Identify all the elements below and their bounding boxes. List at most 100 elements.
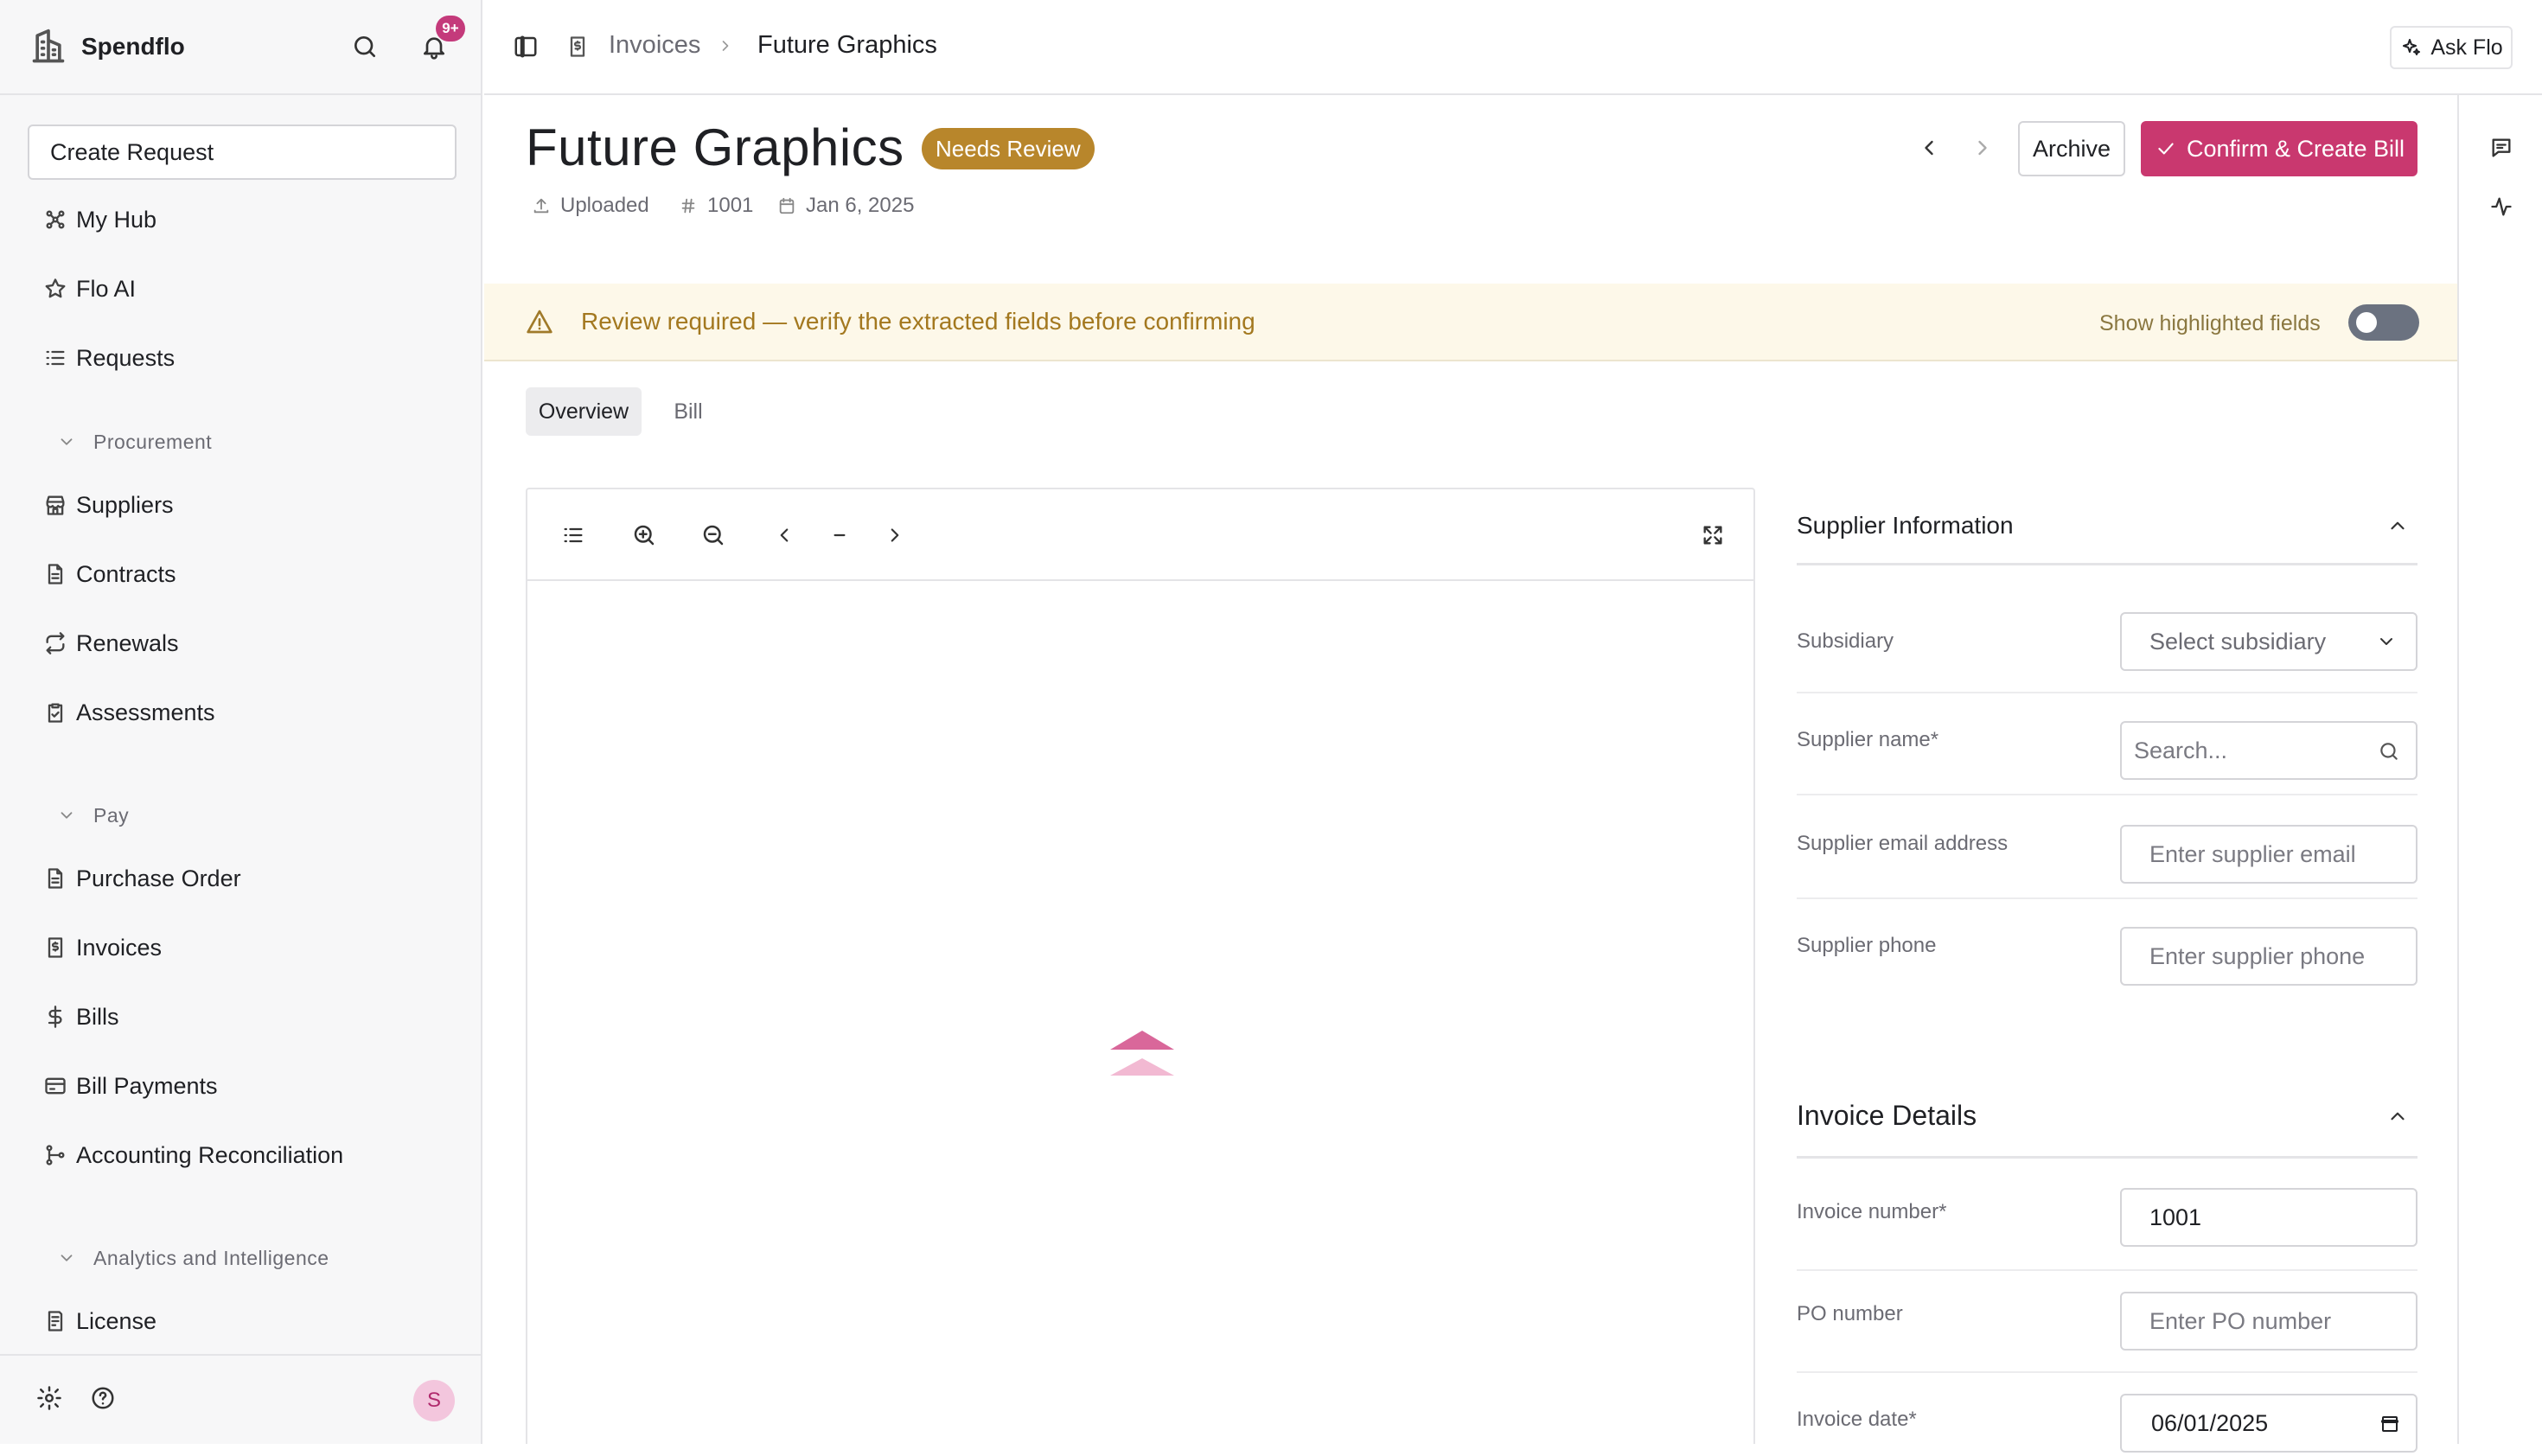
document-icon bbox=[42, 865, 69, 892]
meta-date: Jan 6, 2025 bbox=[776, 194, 914, 218]
invoice-details-section-header[interactable]: Invoice Details bbox=[1797, 1076, 2417, 1159]
nav-section-analytics[interactable]: Analytics and Intelligence bbox=[55, 1236, 329, 1280]
previous-page-icon[interactable] bbox=[770, 520, 799, 550]
subsidiary-select[interactable]: Select subsidiary bbox=[2120, 612, 2417, 671]
loading-spinner-icon bbox=[1108, 1027, 1176, 1079]
section-label: Analytics and Intelligence bbox=[93, 1246, 329, 1269]
nav-item-bill-payments[interactable]: Bill Payments bbox=[42, 1060, 218, 1112]
document-viewer bbox=[526, 488, 1755, 1444]
chevron-up-icon[interactable] bbox=[2385, 513, 2411, 539]
alert-text: Review required — verify the extracted f… bbox=[581, 308, 1255, 335]
section-label: Procurement bbox=[93, 430, 213, 453]
activity-icon[interactable] bbox=[2487, 192, 2516, 221]
zoom-in-icon[interactable] bbox=[629, 520, 659, 550]
chevron-down-icon bbox=[2374, 629, 2398, 654]
repeat-icon bbox=[42, 629, 69, 657]
nav-section-pay[interactable]: Pay bbox=[55, 794, 129, 837]
supplier-email-input[interactable] bbox=[2120, 825, 2417, 884]
field-label: PO number bbox=[1797, 1302, 1903, 1325]
top-bar: Invoices Future Graphics Ask Flo bbox=[484, 0, 2542, 95]
notification-badge: 9+ bbox=[436, 16, 465, 42]
nav-label: Requests bbox=[76, 344, 176, 371]
calendar-icon[interactable] bbox=[2378, 1411, 2402, 1435]
field-label: Supplier name* bbox=[1797, 728, 1939, 751]
page-title: Future Graphics bbox=[526, 118, 904, 176]
search-icon[interactable] bbox=[348, 29, 382, 64]
nav-item-suppliers[interactable]: Suppliers bbox=[42, 479, 174, 531]
sidebar-footer bbox=[0, 1354, 481, 1444]
breadcrumb-invoices[interactable]: Invoices bbox=[609, 31, 700, 60]
nav-label: Suppliers bbox=[76, 491, 174, 518]
field-label: Invoice date* bbox=[1797, 1408, 1917, 1431]
nav-item-bills[interactable]: Bills bbox=[42, 991, 119, 1043]
po-number-input[interactable] bbox=[2120, 1292, 2417, 1351]
next-invoice-button[interactable] bbox=[1966, 131, 1999, 164]
invoice-date-value: 06/01/2025 bbox=[2151, 1409, 2269, 1436]
nav-item-requests[interactable]: Requests bbox=[42, 332, 175, 384]
nav-item-invoices[interactable]: Invoices bbox=[42, 922, 162, 974]
ask-flo-button[interactable]: Ask Flo bbox=[2390, 26, 2513, 69]
nav-item-purchase-order[interactable]: Purchase Order bbox=[42, 853, 241, 904]
nav-section-procurement[interactable]: Procurement bbox=[55, 420, 212, 463]
invoice-date-row: Invoice date* 06/01/2025 bbox=[1797, 1387, 2417, 1456]
chevron-up-icon[interactable] bbox=[2385, 1103, 2411, 1129]
next-page-icon[interactable] bbox=[880, 520, 910, 550]
archive-button[interactable]: Archive bbox=[2018, 121, 2125, 176]
field-label: Subsidiary bbox=[1797, 629, 1894, 653]
meta-source-label: Uploaded bbox=[560, 194, 649, 217]
right-rail bbox=[2457, 95, 2542, 1444]
nav-item-contracts[interactable]: Contracts bbox=[42, 548, 176, 600]
nav-label: Renewals bbox=[76, 629, 179, 656]
nav-label: Flo AI bbox=[76, 275, 137, 302]
upload-icon bbox=[531, 195, 552, 216]
zoom-out-icon[interactable] bbox=[699, 520, 728, 550]
field-label: Invoice number* bbox=[1797, 1200, 1947, 1223]
nav-label: My Hub bbox=[76, 206, 157, 233]
hub-icon bbox=[42, 206, 69, 233]
highlight-toggle-label: Show highlighted fields bbox=[2099, 311, 2321, 335]
fullscreen-icon[interactable] bbox=[1698, 520, 1728, 550]
sparkle-icon bbox=[2399, 35, 2424, 60]
brand-name: Spendflo bbox=[81, 33, 185, 60]
help-icon[interactable] bbox=[88, 1383, 118, 1413]
outline-list-icon[interactable] bbox=[559, 520, 588, 550]
nav-item-license[interactable]: License bbox=[42, 1295, 156, 1347]
sidebar-toggle-icon[interactable] bbox=[510, 31, 541, 62]
confirm-label: Confirm & Create Bill bbox=[2186, 135, 2405, 162]
check-icon bbox=[2154, 137, 2178, 161]
nav-item-assessments[interactable]: Assessments bbox=[42, 686, 215, 738]
supplier-name-search-input[interactable] bbox=[2120, 721, 2417, 780]
nav-item-renewals[interactable]: Renewals bbox=[42, 617, 179, 669]
supplier-phone-input[interactable] bbox=[2120, 927, 2417, 986]
highlight-toggle[interactable] bbox=[2348, 304, 2419, 341]
tab-bill[interactable]: Bill bbox=[654, 387, 723, 436]
nav-label: License bbox=[76, 1307, 157, 1334]
gear-icon[interactable] bbox=[35, 1383, 64, 1413]
avatar[interactable]: S bbox=[413, 1380, 455, 1421]
invoice-number-row: Invoice number* bbox=[1797, 1179, 2417, 1271]
building-logo-icon bbox=[29, 28, 67, 66]
nav-item-flo-ai[interactable]: Flo AI bbox=[42, 263, 136, 315]
comment-icon[interactable] bbox=[2487, 133, 2516, 163]
nav-item-accounting-reconciliation[interactable]: Accounting Reconciliation bbox=[42, 1129, 343, 1181]
tab-overview[interactable]: Overview bbox=[526, 387, 642, 436]
nav-label: Contracts bbox=[76, 560, 176, 587]
confirm-create-bill-button[interactable]: Confirm & Create Bill bbox=[2141, 121, 2417, 176]
store-icon bbox=[42, 491, 69, 519]
invoice-icon bbox=[42, 934, 69, 961]
create-request-button[interactable]: Create Request bbox=[28, 125, 457, 180]
previous-invoice-button[interactable] bbox=[1913, 131, 1945, 164]
nav-item-my-hub[interactable]: My Hub bbox=[42, 194, 156, 246]
hash-icon bbox=[678, 195, 699, 216]
invoice-number-input[interactable] bbox=[2120, 1188, 2417, 1247]
section-label: Pay bbox=[93, 803, 130, 827]
nav-label: Bill Payments bbox=[76, 1072, 218, 1099]
supplier-email-row: Supplier email address bbox=[1797, 811, 2417, 899]
supplier-section-header[interactable]: Supplier Information bbox=[1797, 488, 2417, 565]
field-label: Supplier email address bbox=[1797, 832, 2009, 855]
page-separator-icon bbox=[825, 520, 854, 550]
credit-card-icon bbox=[42, 1072, 69, 1100]
chevron-right-icon bbox=[714, 35, 737, 57]
nav-label: Invoices bbox=[76, 934, 163, 961]
nav-label: Assessments bbox=[76, 699, 215, 725]
